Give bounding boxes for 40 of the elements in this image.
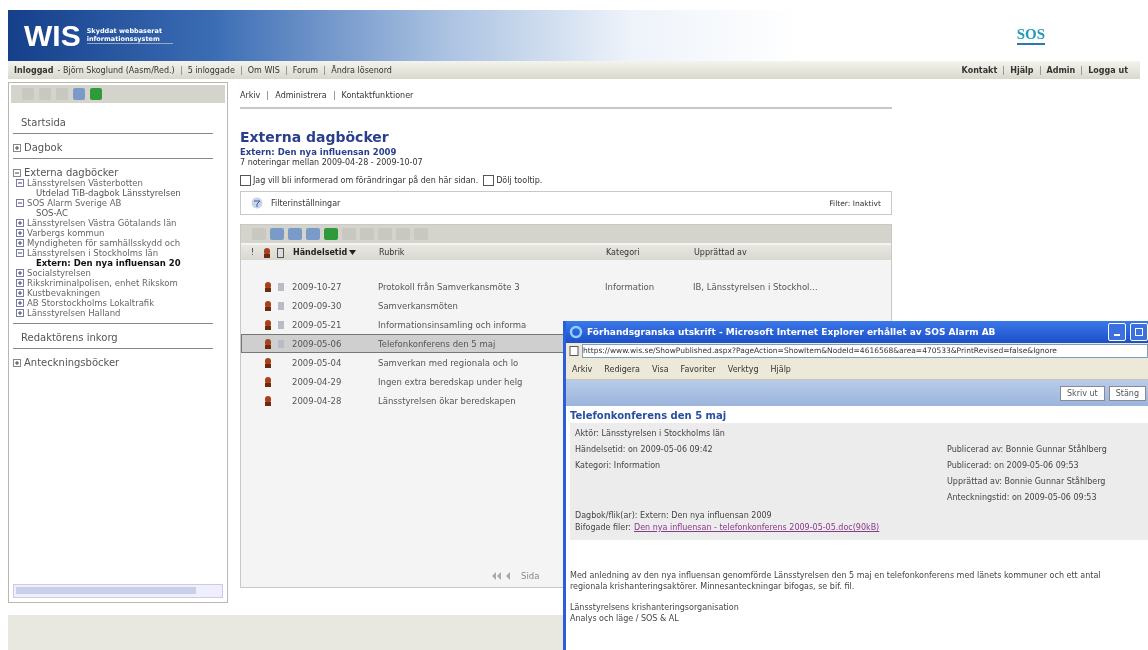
table-cell-text: 2009-04-29 (292, 376, 343, 387)
user-name: - Björn Skoglund (Aasm/Red.) (57, 65, 175, 75)
checkbox-label: Jag vill bli informerad om förändringar på den här sidan. (253, 176, 479, 185)
checkbox-label: Dölj tooltip. (496, 176, 543, 185)
table-cell-text: 2009-05-04 (292, 357, 343, 368)
login-status: Inloggad (14, 65, 54, 75)
table-cell-text: Samverkansmöten (378, 300, 459, 311)
window-title: Förhandsgranska utskrift - Microsoft Internet Explorer erhållet av SOS Alarm AB (587, 327, 997, 337)
table-cell-text: Information (605, 281, 656, 292)
page-subtitle: Extern: Den nya influensan 2009 (240, 147, 398, 157)
table-cell-text: Samverkan med regionala och lo (378, 357, 520, 368)
table-cell-text: Informationsinsamling och informa (378, 319, 528, 330)
table-cell-text: 2009-05-06 (292, 338, 343, 349)
info-field: Publicerad av: Bonnie Gunnar Ståhlberg (947, 442, 1143, 458)
note-text: Med anledning av den nya influensan genomförde Länsstyrelsen den 5 maj en telefonkonferens med länets kommuner och ett antal regionala krishanteringsaktörer. Minnesanteckningar bifogas, se bif. fil. (570, 570, 1102, 592)
logo: WIS (24, 18, 81, 53)
table-cell-text: Länsstyrelsen ökar beredskapen (378, 395, 517, 406)
table-cell-text: Telefonkonferens den 5 maj (378, 338, 497, 349)
table-cell-text: IB, Länsstyrelsen i Stockhol... (693, 281, 819, 292)
table-cell-text: Protokoll från Samverkansmöte 3 (378, 281, 521, 292)
signature-line: Analys och läge / SOS & AL (570, 613, 680, 624)
partner-logo: SOS (1016, 26, 1045, 45)
table-cell-text: Ingen extra beredskap under helg (378, 376, 524, 387)
info-field: Anteckningstid: on 2009-05-06 09:53 (947, 490, 1143, 506)
table-cell-text: 2009-04-28 (292, 395, 343, 406)
info-label: Bifogade filer: (575, 522, 631, 534)
table-cell-text: 2009-10-27 (292, 281, 343, 292)
info-field: Dagbok/flik(ar): Extern: Den nya influensan 2009 (575, 510, 1143, 522)
table-cell-text: 2009-05-21 (292, 319, 343, 330)
pager-label: Sida (521, 571, 540, 581)
summary-text: 7 noteringar mellan 2009-04-28 - 2009-10-07 (240, 158, 424, 167)
info-field: Publicerad: on 2009-05-06 09:53 (947, 458, 1143, 474)
info-field: Kategori: Information (575, 458, 725, 474)
info-field: Händelsetid: on 2009-05-06 09:42 (575, 442, 725, 458)
info-field: Aktör: Länsstyrelsen i Stockholms län (575, 426, 725, 442)
info-field: Upprättad av: Bonnie Gunnar Ståhlberg (947, 474, 1143, 490)
table-cell-text: 2009-09-30 (292, 300, 343, 311)
signature-line: Länsstyrelsens krishanteringsorganisation (570, 602, 740, 613)
page-title: Externa dagböcker (240, 129, 390, 145)
note-heading: Telefonkonferens den 5 maj (570, 410, 728, 421)
